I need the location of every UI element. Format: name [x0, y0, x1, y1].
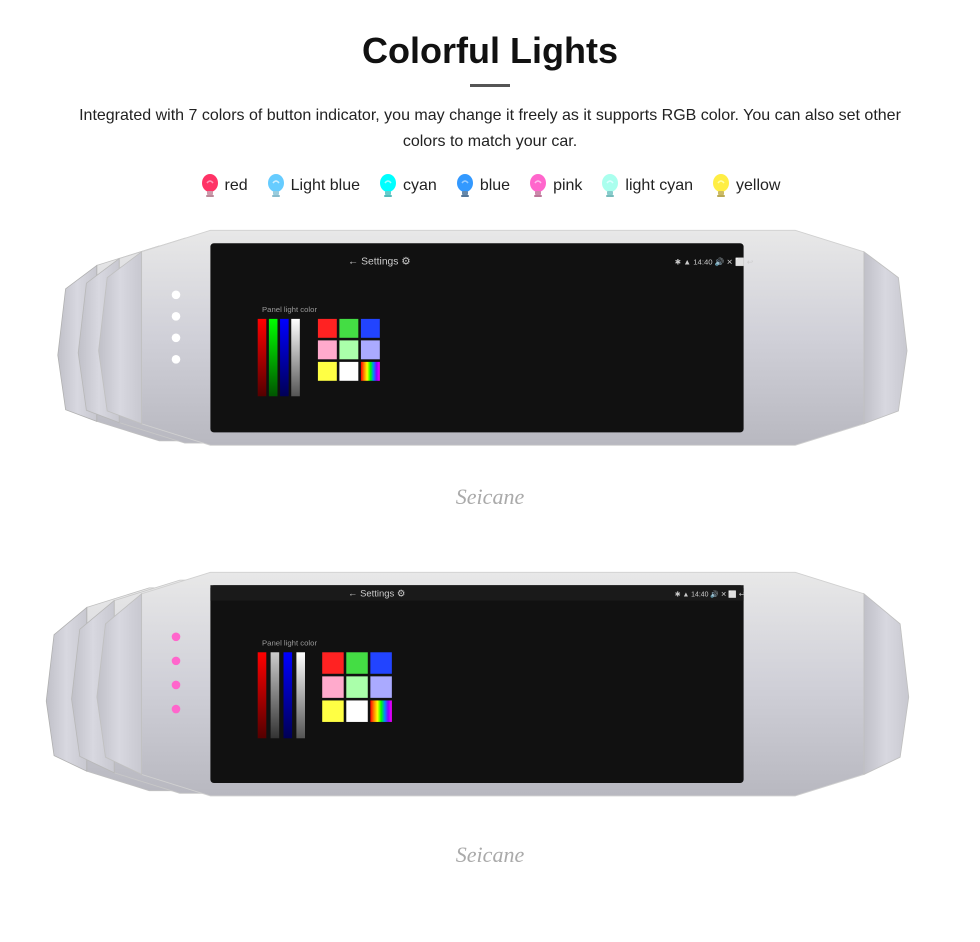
- bulb-icon-lightblue: [266, 172, 286, 200]
- color-item-cyan: cyan: [378, 172, 437, 200]
- top-product-section: ← Settings ⚙ ✱ ▲ 14:40 🔊 ✕ ⬜ ↩ Panel lig…: [20, 222, 960, 532]
- svg-text:Panel light color: Panel light color: [262, 305, 317, 314]
- color-label-pink: pink: [553, 177, 582, 195]
- color-label-cyan: cyan: [403, 177, 437, 195]
- seicane-watermark-top: Seicane: [390, 484, 590, 510]
- seicane-watermark-bottom: Seicane: [390, 842, 590, 868]
- description-text: Integrated with 7 colors of button indic…: [60, 103, 920, 154]
- bulb-icon-red: [200, 172, 220, 200]
- top-units-svg: ← Settings ⚙ ✱ ▲ 14:40 🔊 ✕ ⬜ ↩ Panel lig…: [20, 222, 960, 512]
- color-list: red Light blue cyan: [20, 172, 960, 200]
- bulb-icon-cyan: [378, 172, 398, 200]
- svg-text:✱ ▲ 14:40 🔊 ✕ ⬜ ↩: ✱ ▲ 14:40 🔊 ✕ ⬜ ↩: [675, 590, 745, 599]
- bulb-icon-pink: [528, 172, 548, 200]
- page-container: Colorful Lights Integrated with 7 colors…: [0, 0, 980, 942]
- color-label-red: red: [225, 177, 248, 195]
- svg-text:← Settings ⚙: ← Settings ⚙: [348, 257, 411, 268]
- color-item-pink: pink: [528, 172, 582, 200]
- color-label-yellow: yellow: [736, 177, 780, 195]
- color-item-lightcyan: light cyan: [600, 172, 693, 200]
- color-label-blue: blue: [480, 177, 510, 195]
- page-title: Colorful Lights: [20, 30, 960, 72]
- bottom-units-svg: ← Settings ⚙ ✱ ▲ 14:40 🔊 ✕ ⬜ ↩ Panel lig…: [20, 562, 960, 862]
- color-item-blue: blue: [455, 172, 510, 200]
- color-label-lightblue: Light blue: [291, 177, 360, 195]
- color-item-yellow: yellow: [711, 172, 780, 200]
- color-item-lightblue: Light blue: [266, 172, 360, 200]
- svg-text:✱ ▲ 14:40 🔊 ✕ ⬜ ↩: ✱ ▲ 14:40 🔊 ✕ ⬜ ↩: [675, 257, 754, 267]
- bulb-icon-yellow: [711, 172, 731, 200]
- bulb-icon-blue: [455, 172, 475, 200]
- title-divider: [470, 84, 510, 87]
- title-section: Colorful Lights Integrated with 7 colors…: [20, 30, 960, 154]
- bottom-product-section: ← Settings ⚙ ✱ ▲ 14:40 🔊 ✕ ⬜ ↩ Panel lig…: [20, 562, 960, 892]
- bulb-icon-lightcyan: [600, 172, 620, 200]
- color-label-lightcyan: light cyan: [625, 177, 693, 195]
- svg-text:← Settings ⚙: ← Settings ⚙: [348, 589, 405, 600]
- color-item-red: red: [200, 172, 248, 200]
- svg-text:Panel light color: Panel light color: [262, 639, 317, 648]
